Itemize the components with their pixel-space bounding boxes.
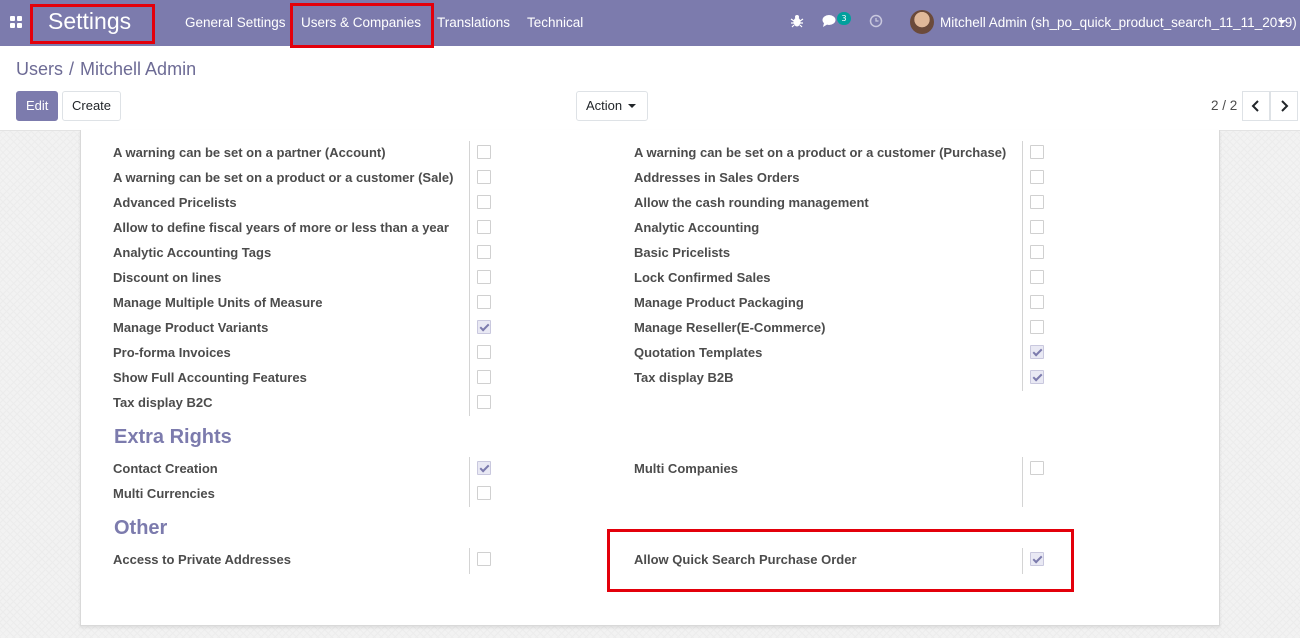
- right-label: Contact Creation: [113, 461, 218, 476]
- checkbox[interactable]: [477, 270, 491, 284]
- checkbox[interactable]: [477, 245, 491, 259]
- right-label: Show Full Accounting Features: [113, 370, 307, 385]
- right-label: A warning can be set on a product or a c…: [113, 170, 454, 185]
- checkbox[interactable]: [1030, 295, 1044, 309]
- checkbox[interactable]: [1030, 170, 1044, 184]
- annotation-box-settings: [30, 4, 155, 44]
- right-label: Analytic Accounting: [634, 220, 760, 235]
- chat-count-badge: 3: [837, 12, 851, 25]
- checkbox[interactable]: [477, 220, 491, 234]
- chevron-left-icon: [1251, 100, 1259, 112]
- checkbox[interactable]: [477, 486, 491, 500]
- checkbox[interactable]: [477, 170, 491, 184]
- column-divider: [469, 141, 470, 416]
- section-title-extra-rights: Extra Rights: [114, 426, 232, 448]
- breadcrumb: Users / Mitchell Admin: [16, 59, 196, 80]
- right-label: Access to Private Addresses: [113, 552, 292, 567]
- checkbox[interactable]: [1030, 270, 1044, 284]
- menu-general-settings[interactable]: General Settings: [185, 15, 286, 30]
- right-label: A warning can be set on a partner (Accou…: [113, 145, 386, 160]
- right-label: Tax display B2B: [634, 370, 734, 385]
- right-label: Multi Currencies: [113, 486, 215, 501]
- right-label: Addresses in Sales Orders: [634, 170, 800, 185]
- checkbox[interactable]: [477, 145, 491, 159]
- checkbox[interactable]: [1030, 145, 1044, 159]
- action-label: Action: [586, 98, 623, 113]
- section-title-other: Other: [114, 517, 168, 539]
- checkbox[interactable]: [1030, 220, 1044, 234]
- annotation-box-quick-search: [607, 529, 1074, 592]
- edit-button[interactable]: Edit: [16, 91, 58, 121]
- right-label: A warning can be set on a product or a c…: [634, 145, 1007, 160]
- checkbox[interactable]: [1030, 195, 1044, 209]
- right-label: Discount on lines: [113, 270, 222, 285]
- right-label: Advanced Pricelists: [113, 195, 237, 210]
- right-label: Allow to define fiscal years of more or …: [113, 220, 449, 235]
- user-menu-name[interactable]: Mitchell Admin (sh_po_quick_product_sear…: [940, 15, 1297, 30]
- checkbox-checked[interactable]: [477, 320, 491, 334]
- column-divider: [1022, 457, 1023, 507]
- right-label: Basic Pricelists: [634, 245, 731, 260]
- right-label: Analytic Accounting Tags: [113, 245, 272, 260]
- pager-previous-button[interactable]: [1242, 91, 1270, 121]
- column-divider: [1022, 141, 1023, 391]
- user-avatar[interactable]: [910, 10, 934, 34]
- menu-technical[interactable]: Technical: [527, 15, 583, 30]
- top-navbar: Settings General Settings Users & Compan…: [0, 0, 1300, 46]
- right-label: Multi Companies: [634, 461, 739, 476]
- checkbox[interactable]: [477, 395, 491, 409]
- create-button[interactable]: Create: [62, 91, 121, 121]
- column-divider: [469, 548, 470, 574]
- checkbox-checked[interactable]: [477, 461, 491, 475]
- action-dropdown[interactable]: Action: [576, 91, 648, 121]
- right-label: Lock Confirmed Sales: [634, 270, 771, 285]
- right-label: Pro-forma Invoices: [113, 345, 231, 360]
- chat-icon[interactable]: [822, 14, 838, 28]
- right-label: Manage Reseller(E-Commerce): [634, 320, 826, 335]
- checkbox[interactable]: [1030, 461, 1044, 475]
- chevron-right-icon: [1281, 100, 1289, 112]
- caret-down-icon[interactable]: [1278, 20, 1286, 24]
- checkbox[interactable]: [477, 552, 491, 566]
- right-label: Manage Multiple Units of Measure: [113, 295, 323, 310]
- annotation-box-users-companies: [290, 3, 434, 48]
- apps-icon[interactable]: [10, 16, 22, 28]
- clock-icon[interactable]: [869, 14, 883, 28]
- checkbox[interactable]: [477, 370, 491, 384]
- pager-next-button[interactable]: [1270, 91, 1298, 121]
- checkbox[interactable]: [477, 295, 491, 309]
- menu-translations[interactable]: Translations: [437, 15, 510, 30]
- breadcrumb-parent[interactable]: Users: [16, 59, 63, 79]
- bug-icon[interactable]: [790, 14, 804, 28]
- checkbox-checked[interactable]: [1030, 370, 1044, 384]
- checkbox[interactable]: [477, 345, 491, 359]
- checkbox[interactable]: [1030, 320, 1044, 334]
- breadcrumb-separator: /: [69, 59, 75, 79]
- breadcrumb-current: Mitchell Admin: [80, 59, 197, 79]
- right-label: Manage Product Variants: [113, 320, 269, 335]
- right-label: Quotation Templates: [634, 345, 763, 360]
- checkbox[interactable]: [1030, 245, 1044, 259]
- checkbox[interactable]: [477, 195, 491, 209]
- right-label: Manage Product Packaging: [634, 295, 804, 310]
- caret-down-icon: [628, 104, 637, 108]
- right-label: Tax display B2C: [113, 395, 213, 410]
- pager-value[interactable]: 2 / 2: [1211, 98, 1237, 113]
- right-label: Allow the cash rounding management: [634, 195, 869, 210]
- checkbox-checked[interactable]: [1030, 345, 1044, 359]
- column-divider: [469, 457, 470, 507]
